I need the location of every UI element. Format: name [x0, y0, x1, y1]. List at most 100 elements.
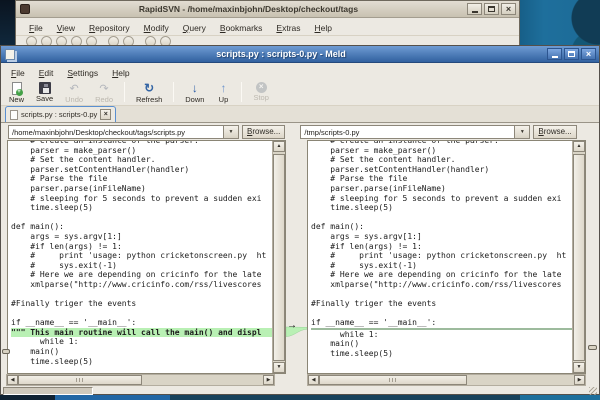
- code-line: parser.setContentHandler(handler): [311, 165, 572, 175]
- code-line: args = sys.argv[1:]: [11, 232, 272, 242]
- menu-view[interactable]: View: [50, 21, 82, 35]
- right-code-area[interactable]: # Create an instance of the parser. pars…: [308, 141, 572, 373]
- code-line: main(): [311, 339, 572, 349]
- toolbar-separator: [124, 82, 125, 102]
- left-browse-button[interactable]: Browse...: [242, 125, 285, 139]
- code-line: if __name__ == '__main__':: [311, 318, 572, 328]
- scrollbar-track[interactable]: [273, 152, 285, 362]
- apply-change-arrow-icon[interactable]: →: [287, 321, 297, 331]
- code-line: #if len(args) != 1:: [311, 242, 572, 252]
- horizontal-scrollbar-row: ◀ ▶ ◀ ▶: [1, 374, 599, 386]
- left-edge-diff-marker[interactable]: [2, 349, 10, 354]
- code-line: #Finally triger the events: [11, 299, 272, 309]
- menu-bookmarks[interactable]: Bookmarks: [213, 21, 270, 35]
- scrollbar-track[interactable]: [319, 375, 574, 385]
- close-icon: ×: [586, 50, 591, 59]
- chevron-down-icon: ▼: [229, 129, 234, 135]
- diff-link-map: →: [286, 140, 307, 374]
- code-line: parser = make_parser(): [311, 146, 572, 156]
- rapidsvn-titlebar[interactable]: RapidSVN - /home/maxinbjohn/Desktop/chec…: [16, 1, 519, 18]
- minimize-button[interactable]: [467, 3, 482, 15]
- menu-help[interactable]: Help: [308, 21, 339, 35]
- scroll-down-button[interactable]: ▼: [273, 362, 285, 373]
- toolbar-button-label: New: [9, 95, 24, 104]
- maximize-button[interactable]: [484, 3, 499, 15]
- desktop-wallpaper: [520, 0, 600, 46]
- menu-edit[interactable]: Edit: [32, 66, 61, 80]
- code-line: [311, 309, 572, 319]
- right-horizontal-scrollbar[interactable]: ◀ ▶: [307, 374, 586, 386]
- code-line: # Here we are depending on cricinfo for …: [11, 270, 272, 280]
- left-horizontal-scrollbar[interactable]: ◀ ▶: [6, 374, 275, 386]
- undo-button: Undo: [59, 80, 89, 104]
- minimize-icon: [552, 56, 558, 58]
- menu-modify[interactable]: Modify: [137, 21, 176, 35]
- menu-query[interactable]: Query: [176, 21, 213, 35]
- menu-extras[interactable]: Extras: [269, 21, 307, 35]
- right-file-combo[interactable]: /tmp/scripts-0.py ▼: [300, 125, 530, 139]
- right-path-dropdown-button[interactable]: ▼: [514, 126, 529, 138]
- new-button[interactable]: New: [3, 80, 30, 104]
- close-button[interactable]: ×: [501, 3, 516, 15]
- scrollbar-thumb[interactable]: [273, 154, 285, 361]
- menu-file[interactable]: File: [4, 66, 32, 80]
- left-file-combo[interactable]: /home/maxinbjohn/Desktop/checkout/tags/s…: [8, 125, 239, 139]
- scroll-right-button[interactable]: ▶: [574, 375, 585, 385]
- code-line: time.sleep(5): [11, 203, 272, 213]
- code-line: # Set the content handler.: [11, 155, 272, 165]
- menu-help[interactable]: Help: [105, 66, 136, 80]
- scroll-up-button[interactable]: ▲: [273, 141, 285, 152]
- refresh-button[interactable]: Refresh: [130, 80, 168, 104]
- arrow-down-icon: ▼: [577, 365, 582, 370]
- file-icon: [10, 110, 18, 120]
- code-line: def main():: [311, 222, 572, 232]
- meld-titlebar[interactable]: scripts.py : scripts-0.py - Meld ×: [1, 46, 599, 63]
- menu-file[interactable]: File: [22, 21, 50, 35]
- arrow-up-icon: ▲: [277, 144, 282, 149]
- tab-label: scripts.py : scripts-0.py: [21, 110, 97, 119]
- meld-window: scripts.py : scripts-0.py - Meld × FileE…: [0, 45, 600, 395]
- scrollbar-thumb[interactable]: [573, 154, 585, 361]
- right-code-pane[interactable]: # Create an instance of the parser. pars…: [307, 140, 586, 374]
- close-button[interactable]: ×: [581, 48, 596, 60]
- left-vertical-scrollbar[interactable]: ▲ ▼: [272, 141, 285, 373]
- right-edge-diff-marker[interactable]: [588, 345, 597, 350]
- scrollbar-thumb[interactable]: [319, 375, 467, 385]
- code-line: # sleeping for 5 seconds to prevent a su…: [11, 194, 272, 204]
- menu-repository[interactable]: Repository: [82, 21, 137, 35]
- left-code-pane[interactable]: # Create an instance of the parser. pars…: [7, 140, 286, 374]
- scroll-left-button[interactable]: ◀: [308, 375, 319, 385]
- rapidsvn-app-icon: [20, 4, 30, 14]
- code-line: def main():: [11, 222, 272, 232]
- left-file-path[interactable]: /home/maxinbjohn/Desktop/checkout/tags/s…: [9, 126, 223, 138]
- code-line: #Finally triger the events: [311, 299, 572, 309]
- scrollbar-track[interactable]: [573, 152, 585, 362]
- stop-icon: [256, 82, 267, 93]
- scrollbar-thumb[interactable]: [18, 375, 142, 385]
- down-button[interactable]: Down: [179, 80, 210, 104]
- up-button[interactable]: Up: [210, 80, 236, 104]
- code-line: parser = make_parser(): [11, 146, 272, 156]
- save-button[interactable]: Save: [30, 80, 59, 104]
- right-browse-button[interactable]: Browse...: [533, 125, 576, 139]
- left-code-area[interactable]: # Create an instance of the parser. pars…: [8, 141, 272, 373]
- right-file-path[interactable]: /tmp/scripts-0.py: [301, 126, 514, 138]
- scrollbar-track[interactable]: [18, 375, 263, 385]
- stop-button: Stop: [247, 80, 274, 104]
- maximize-button[interactable]: [564, 48, 579, 60]
- tab-close-button[interactable]: [100, 109, 111, 120]
- code-line: while 1:: [311, 330, 572, 340]
- minimize-button[interactable]: [547, 48, 562, 60]
- right-vertical-scrollbar[interactable]: ▲ ▼: [572, 141, 585, 373]
- meld-toolbar: NewSaveUndoRedoRefreshDownUpStop: [1, 79, 599, 106]
- scroll-up-button[interactable]: ▲: [573, 141, 585, 152]
- scroll-right-button[interactable]: ▶: [263, 375, 274, 385]
- tab-scripts-diff[interactable]: scripts.py : scripts-0.py: [5, 106, 116, 122]
- left-path-dropdown-button[interactable]: ▼: [223, 126, 238, 138]
- menu-settings[interactable]: Settings: [60, 66, 105, 80]
- redo-icon: [97, 81, 111, 95]
- resize-grip[interactable]: [589, 387, 597, 395]
- scroll-left-button[interactable]: ◀: [7, 375, 18, 385]
- scroll-down-button[interactable]: ▼: [573, 362, 585, 373]
- code-line: [311, 290, 572, 300]
